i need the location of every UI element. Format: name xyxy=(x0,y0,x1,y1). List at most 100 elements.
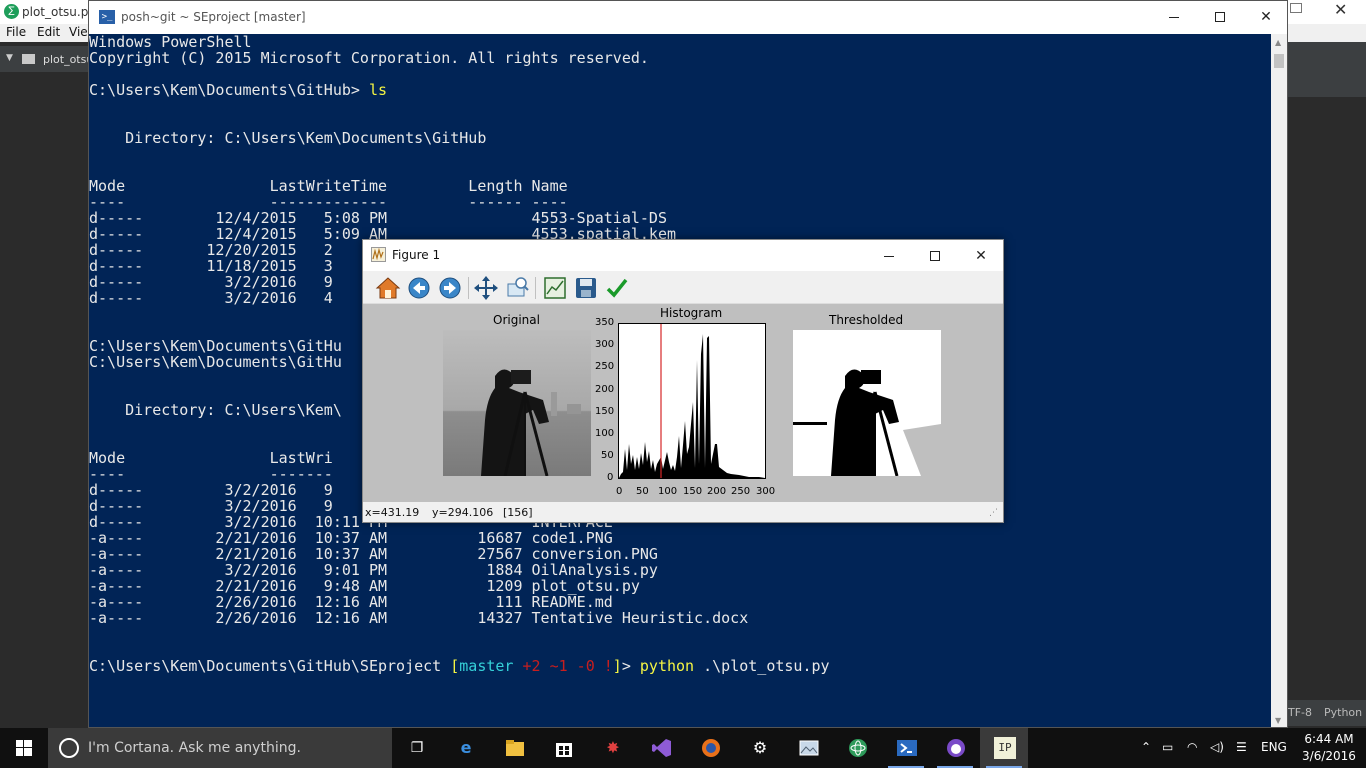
figure-statusbar: x=431.19 y=294.106 [156] ⋰ xyxy=(363,502,1003,522)
input-language[interactable]: ENG xyxy=(1261,740,1287,754)
powershell-taskbar-icon[interactable] xyxy=(882,728,930,768)
menu-file[interactable]: File xyxy=(6,25,26,39)
x-tick: 150 xyxy=(683,486,703,497)
windows-icon xyxy=(16,740,32,756)
project-tree-label: plot_otsu xyxy=(43,53,94,66)
figure-titlebar: Figure 1 ✕ xyxy=(363,240,1003,271)
x-tick: 250 xyxy=(731,486,751,497)
customize-icon[interactable] xyxy=(604,275,630,301)
console-command: python xyxy=(639,657,695,675)
git-branch: master xyxy=(459,657,514,675)
minimize-button[interactable] xyxy=(1151,1,1197,33)
console-line: Directory: C:\Users\Kem\ xyxy=(89,401,342,419)
git-bracket-open: [ xyxy=(450,657,460,675)
menu-edit[interactable]: Edit xyxy=(37,25,60,39)
app-icon[interactable]: ✸ xyxy=(588,728,636,768)
editor-restore-icon[interactable] xyxy=(1290,3,1302,13)
powershell-title: posh~git ~ SEproject [master] xyxy=(121,10,306,24)
x-tick: 300 xyxy=(756,486,776,497)
y-tick: 350 xyxy=(595,317,615,328)
editor-right-panel xyxy=(1288,42,1366,98)
clock[interactable]: 6:44 AM 3/6/2016 xyxy=(1296,731,1362,765)
maximize-button[interactable] xyxy=(1197,1,1243,33)
app-icon-2[interactable] xyxy=(931,728,979,768)
save-icon[interactable] xyxy=(573,275,599,301)
edge-icon[interactable]: e xyxy=(441,728,489,768)
figure-minimize-button[interactable] xyxy=(866,240,912,272)
volume-icon[interactable]: ◁) xyxy=(1210,740,1224,754)
encoding-status[interactable]: TF-8 xyxy=(1288,706,1312,719)
tray-overflow-icon[interactable]: ⌃ xyxy=(1141,740,1151,754)
figure-toolbar xyxy=(363,271,1003,304)
atom-icon[interactable] xyxy=(833,728,881,768)
cursor-x: x=431.19 xyxy=(365,506,420,519)
chevron-down-icon[interactable]: ▼ xyxy=(6,53,13,63)
x-tick: 100 xyxy=(658,486,678,497)
visual-studio-icon[interactable] xyxy=(637,728,685,768)
scroll-up-icon[interactable]: ▲ xyxy=(1275,38,1281,47)
figure-title: Figure 1 xyxy=(392,248,441,262)
taskbar: I'm Cortana. Ask me anything. ❐ e ✸ ⚙ IP… xyxy=(0,728,1366,768)
console-prompt-symbol: > xyxy=(621,657,640,675)
scroll-thumb[interactable] xyxy=(1274,54,1284,68)
console-scrollbar[interactable]: ▲ ▼ xyxy=(1271,34,1287,727)
cursor-y: y=294.106 xyxy=(432,506,494,519)
y-tick: 200 xyxy=(595,384,615,395)
file-explorer-icon[interactable] xyxy=(490,728,538,768)
console-command: ls xyxy=(368,81,388,99)
action-center-icon[interactable]: ☰ xyxy=(1236,740,1247,754)
console-line: C:\Users\Kem\Documents\GitHu xyxy=(89,353,342,371)
zoom-icon[interactable] xyxy=(504,275,530,301)
y-tick: 150 xyxy=(595,406,615,417)
forward-icon[interactable] xyxy=(437,275,463,301)
editor-logo-icon: ∑ xyxy=(4,4,19,19)
start-button[interactable] xyxy=(0,728,48,768)
wifi-icon[interactable]: ◠ xyxy=(1187,740,1197,754)
pixel-value: [156] xyxy=(503,506,533,519)
console-command-arg: .\plot_otsu.py xyxy=(694,657,830,675)
photos-icon[interactable] xyxy=(784,728,832,768)
subplots-icon[interactable] xyxy=(542,275,568,301)
cortana-icon xyxy=(59,738,79,758)
back-icon[interactable] xyxy=(406,275,432,301)
project-tree-item[interactable]: ▼ plot_otsu xyxy=(0,46,94,72)
y-tick: 300 xyxy=(595,339,615,350)
home-icon[interactable] xyxy=(375,275,401,301)
figure-close-button[interactable]: ✕ xyxy=(958,240,1004,272)
scroll-down-icon[interactable]: ▼ xyxy=(1275,716,1281,725)
cortana-search[interactable]: I'm Cortana. Ask me anything. xyxy=(48,728,392,768)
original-image xyxy=(443,330,591,476)
pan-icon[interactable] xyxy=(473,275,499,301)
console-prompt-path: C:\Users\Kem\Documents\GitHub\SEproject xyxy=(89,657,451,675)
battery-icon[interactable]: ▭ xyxy=(1162,740,1173,754)
console-line: Copyright (C) 2015 Microsoft Corporation… xyxy=(89,49,649,67)
y-tick: 100 xyxy=(595,428,615,439)
firefox-icon[interactable] xyxy=(686,728,734,768)
y-tick: 50 xyxy=(601,450,614,461)
ipython-icon[interactable]: IP xyxy=(980,728,1028,768)
y-tick: 250 xyxy=(595,361,615,372)
task-view-icon[interactable]: ❐ xyxy=(392,728,440,768)
close-button[interactable]: ✕ xyxy=(1243,1,1289,33)
git-bracket-close: ] xyxy=(612,657,622,675)
matplotlib-icon xyxy=(371,247,386,262)
x-tick: 0 xyxy=(616,486,623,497)
console-line: -a---- 2/26/2016 12:16 AM 14327 Tentativ… xyxy=(89,609,749,627)
toolbar-separator xyxy=(535,277,536,299)
resize-grip-icon[interactable]: ⋰ xyxy=(989,508,998,518)
editor-close-button[interactable]: ✕ xyxy=(1334,0,1347,19)
histogram-plot-area xyxy=(618,323,766,479)
language-status[interactable]: Python xyxy=(1324,706,1362,719)
powershell-icon: >_ xyxy=(99,10,115,24)
figure-maximize-button[interactable] xyxy=(912,240,958,272)
histogram-panel-title: Histogram xyxy=(660,306,723,320)
settings-icon[interactable]: ⚙ xyxy=(735,728,783,768)
store-icon[interactable] xyxy=(539,728,587,768)
x-tick: 200 xyxy=(707,486,727,497)
powershell-titlebar: >_ posh~git ~ SEproject [master] ✕ xyxy=(89,1,1287,34)
editor-statusbar: TF-8 Python xyxy=(1288,700,1366,726)
x-tick: 50 xyxy=(636,486,649,497)
figure-canvas[interactable]: Original Histogram 350 300 250 200 150 1… xyxy=(363,304,1003,502)
figure-window: Figure 1 ✕ Original Histogram 350 300 25… xyxy=(362,239,1004,523)
search-placeholder: I'm Cortana. Ask me anything. xyxy=(88,740,301,756)
